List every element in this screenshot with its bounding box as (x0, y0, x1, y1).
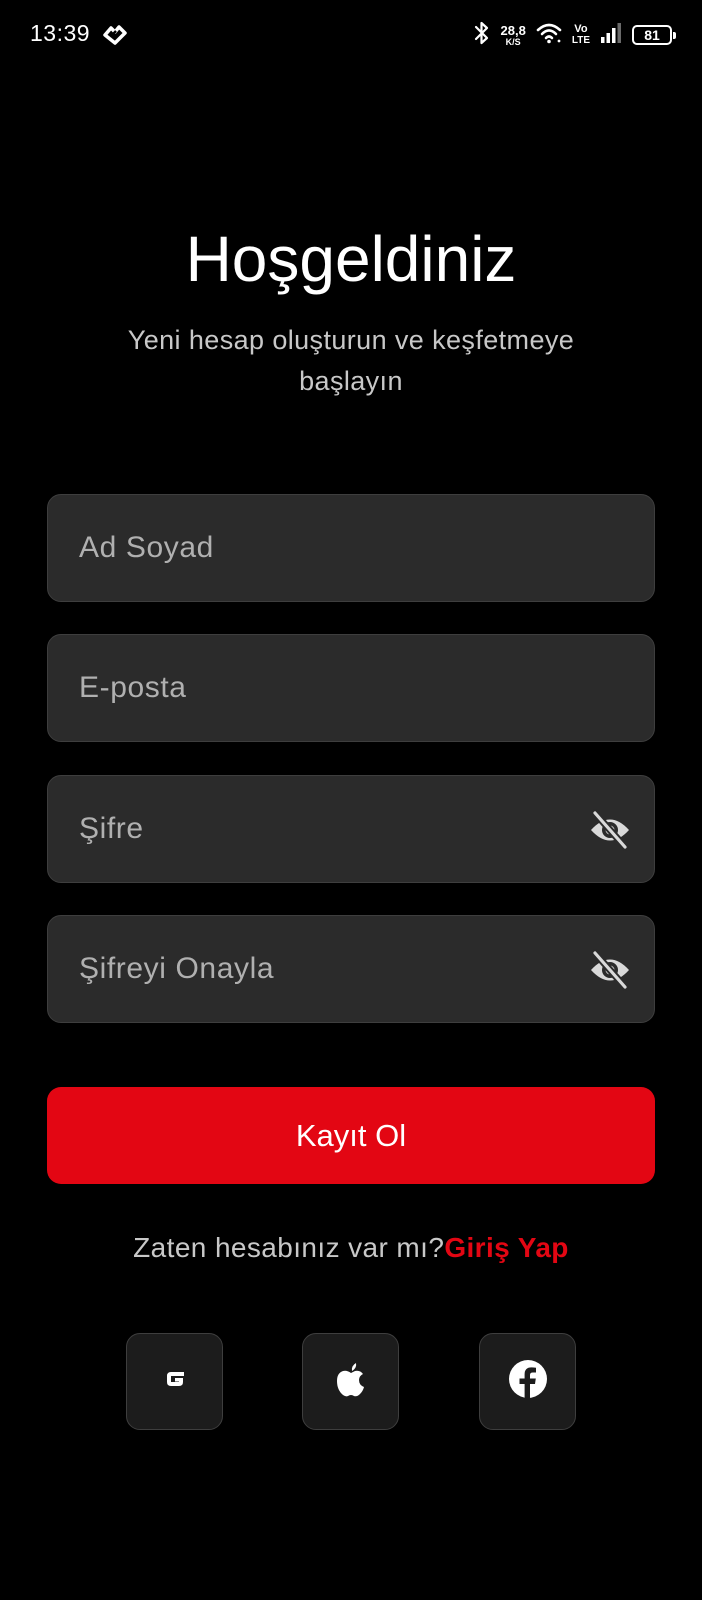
page-title: Hoşgeldiniz (185, 223, 517, 295)
apple-icon (334, 1360, 368, 1403)
full-name-field-container (47, 494, 655, 602)
network-speed-unit: K/S (505, 36, 521, 47)
login-prompt: Zaten hesabınız var mı?Giriş Yap (0, 1232, 702, 1264)
eye-off-icon[interactable] (588, 809, 632, 851)
network-speed: 28,8 K/S (501, 24, 526, 47)
brand-logo-icon (102, 22, 128, 48)
email-field-container (47, 634, 655, 742)
full-name-input[interactable] (48, 495, 654, 601)
login-prompt-text: Zaten hesabınız var mı? (133, 1232, 445, 1263)
status-time: 13:39 (30, 20, 91, 46)
password-field-container (47, 775, 655, 883)
confirm-password-input[interactable] (48, 916, 654, 1022)
google-signin-button[interactable] (126, 1333, 223, 1430)
apple-signin-button[interactable] (302, 1333, 399, 1430)
status-icons: 28,8 K/S Vo LTE 81 (473, 18, 676, 52)
battery-level: 81 (644, 27, 660, 43)
page-subtitle: Yeni hesap oluşturun ve keşfetmeye başla… (127, 325, 575, 396)
register-button[interactable]: Kayıt Ol (47, 1087, 655, 1184)
facebook-icon (508, 1359, 548, 1404)
confirm-password-field-container (47, 915, 655, 1023)
eye-off-icon[interactable] (588, 949, 632, 991)
signal-icon (600, 22, 622, 49)
volte-bottom: LTE (571, 35, 590, 46)
wifi-icon (536, 22, 562, 49)
login-link[interactable]: Giriş Yap (444, 1232, 569, 1263)
battery-icon: 81 (632, 25, 676, 45)
status-bar: 13:39 28,8 K/S Vo LTE 81 (0, 0, 702, 70)
volte-indicator: Vo LTE (572, 24, 590, 46)
google-icon (163, 1367, 187, 1396)
password-input[interactable] (48, 776, 654, 882)
email-input[interactable] (48, 635, 654, 741)
network-speed-value: 28,8 (500, 22, 526, 38)
facebook-signin-button[interactable] (479, 1333, 576, 1430)
bluetooth-icon (473, 20, 491, 51)
volte-top: Vo (574, 23, 588, 35)
